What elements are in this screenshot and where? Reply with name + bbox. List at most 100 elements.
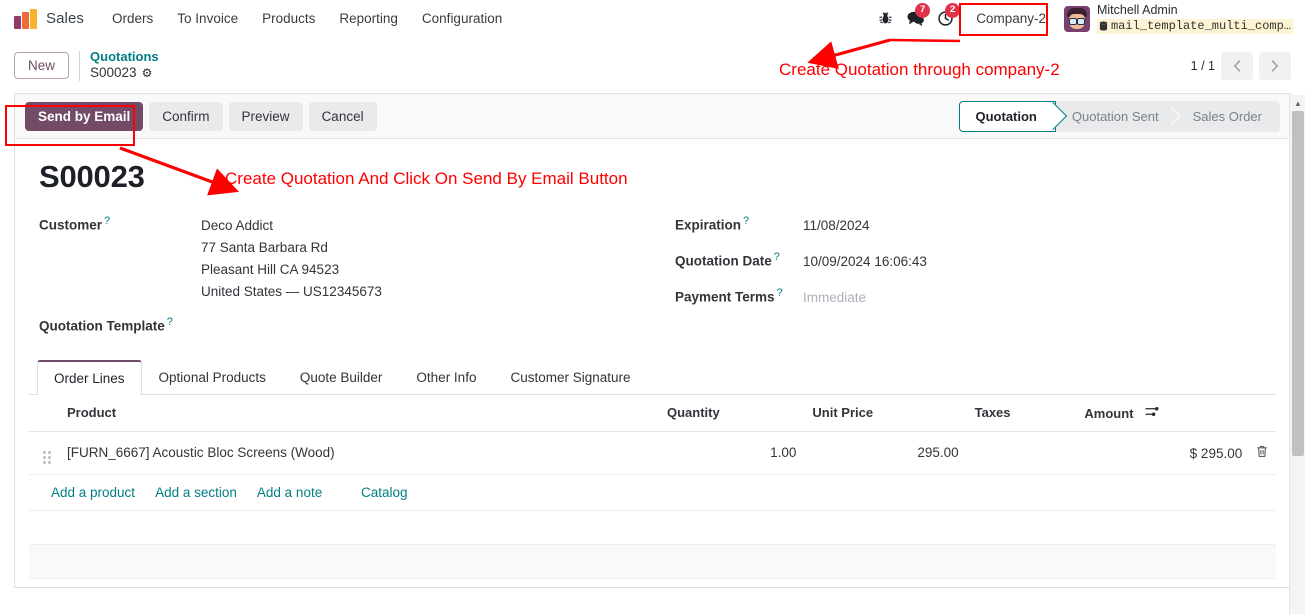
chat-bubble-icon[interactable]: 7 [900,4,930,34]
field-quotation-template: Quotation Template? [39,316,659,334]
navbar-systray: 7 2 Company-2 Mitchell Admin [870,3,1297,34]
breadcrumb: Quotations S00023 ⚙ [90,49,159,82]
cell-quantity[interactable]: 1.00 [659,431,804,474]
breadcrumb-divider [79,51,80,81]
chevron-left-icon [1233,60,1241,72]
pager: 1 / 1 [1191,52,1291,80]
field-expiration: Expiration? 11/08/2024 [675,215,1266,237]
app-name[interactable]: Sales [46,10,84,27]
empty-spacer-row [29,510,1276,544]
cancel-button[interactable]: Cancel [309,102,377,131]
tab-optional-products[interactable]: Optional Products [142,360,283,395]
menu-item-orders[interactable]: Orders [100,5,165,32]
status-bar: Send by Email Confirm Preview Cancel Quo… [15,94,1290,139]
tab-customer-signature[interactable]: Customer Signature [493,360,647,395]
notebook-tabs: Order Lines Optional Products Quote Buil… [29,360,1276,395]
header-product[interactable]: Product [59,395,659,432]
status-pipeline: Quotation Quotation Sent Sales Order [959,101,1281,132]
row-drag-cell [29,431,59,474]
user-info: Mitchell Admin mail_template_multi_comp… [1097,3,1293,34]
table-header-row: Product Quantity Unit Price Taxes Amount [29,395,1276,432]
database-icon [1099,21,1108,31]
column-settings-icon[interactable] [1145,406,1160,421]
scrollbar-thumb[interactable] [1292,111,1304,456]
new-button[interactable]: New [14,52,69,79]
help-icon[interactable]: ? [167,316,173,328]
header-unit-price[interactable]: Unit Price [804,395,966,432]
user-menu[interactable]: Mitchell Admin mail_template_multi_comp… [1062,3,1293,34]
control-panel: New Quotations S00023 ⚙ 1 / 1 [0,38,1305,93]
add-a-section-link[interactable]: Add a section [155,485,237,500]
vertical-scrollbar[interactable]: ▲ [1289,95,1305,614]
status-quotation[interactable]: Quotation [959,101,1056,132]
preview-button[interactable]: Preview [229,102,303,131]
cell-product[interactable]: [FURN_6667] Acoustic Bloc Screens (Wood) [59,431,659,474]
amount-label: Amount [1084,406,1133,421]
page-title: S00023 [39,159,1266,195]
customer-name: Deco Addict [201,215,382,237]
help-icon[interactable]: ? [774,251,780,263]
pager-next-button[interactable] [1259,52,1291,80]
status-quotation-sent[interactable]: Quotation Sent [1056,101,1177,132]
breadcrumb-current: S00023 ⚙ [90,65,159,82]
payment-terms-label: Payment Terms? [675,287,803,305]
form-column-right: Expiration? 11/08/2024 Quotation Date? 1… [659,215,1266,348]
bug-icon[interactable] [870,4,900,34]
quotation-template-label: Quotation Template? [39,316,201,334]
catalog-link[interactable]: Catalog [361,485,408,500]
cell-taxes[interactable] [967,431,1077,474]
add-a-product-link[interactable]: Add a product [51,485,135,500]
add-a-note-link[interactable]: Add a note [257,485,322,500]
form-sheet-wrapper: Send by Email Confirm Preview Cancel Quo… [0,93,1305,588]
drag-handle-icon[interactable] [43,451,51,464]
trash-icon[interactable] [1256,446,1268,461]
help-icon[interactable]: ? [104,215,110,227]
quotation-form: S00023 Customer? Deco Addict 77 Santa Ba… [15,139,1290,348]
main-menu: Orders To Invoice Products Reporting Con… [100,5,514,32]
user-name: Mitchell Admin [1097,3,1293,19]
notebook: Order Lines Optional Products Quote Buil… [15,360,1290,579]
breadcrumb-record-name: S00023 [90,65,137,82]
header-taxes[interactable]: Taxes [967,395,1077,432]
menu-item-configuration[interactable]: Configuration [410,5,514,32]
header-amount: Amount [1076,395,1276,432]
messages-badge: 7 [915,3,930,18]
pager-previous-button[interactable] [1221,52,1253,80]
send-by-email-button[interactable]: Send by Email [25,102,143,131]
breadcrumb-quotations[interactable]: Quotations [90,49,159,65]
help-icon[interactable]: ? [777,287,783,299]
header-quantity[interactable]: Quantity [659,395,804,432]
odoo-sales-quotation-screen: Sales Orders To Invoice Products Reporti… [0,0,1305,614]
confirm-button[interactable]: Confirm [149,102,222,131]
table-row[interactable]: [FURN_6667] Acoustic Bloc Screens (Wood)… [29,431,1276,474]
cell-unit-price[interactable]: 295.00 [804,431,966,474]
help-icon[interactable]: ? [743,215,749,227]
quotation-date-label: Quotation Date? [675,251,803,269]
action-buttons: Send by Email Confirm Preview Cancel [25,102,377,131]
customer-value[interactable]: Deco Addict 77 Santa Barbara Rd Pleasant… [201,215,382,302]
user-avatar [1064,6,1090,32]
tab-order-lines[interactable]: Order Lines [37,360,142,395]
clock-icon[interactable]: 2 [930,4,960,34]
company-switcher[interactable]: Company-2 [966,6,1056,31]
gear-icon[interactable]: ⚙ [142,66,153,81]
expiration-value[interactable]: 11/08/2024 [803,215,870,237]
menu-item-to-invoice[interactable]: To Invoice [165,5,250,32]
field-quotation-date: Quotation Date? 10/09/2024 16:06:43 [675,251,1266,273]
menu-item-reporting[interactable]: Reporting [327,5,410,32]
customer-city: Pleasant Hill CA 94523 [201,259,382,281]
tab-quote-builder[interactable]: Quote Builder [283,360,400,395]
form-column-left: Customer? Deco Addict 77 Santa Barbara R… [39,215,659,348]
database-name: mail_template_multi_comp… [1097,19,1293,34]
expiration-label: Expiration? [675,215,803,233]
payment-terms-value[interactable]: Immediate [803,287,866,309]
tab-other-info[interactable]: Other Info [399,360,493,395]
scroll-up-arrow-icon[interactable]: ▲ [1290,95,1305,111]
menu-item-products[interactable]: Products [250,5,327,32]
chevron-right-icon [1271,60,1279,72]
quotation-date-value[interactable]: 10/09/2024 16:06:43 [803,251,927,273]
status-sales-order[interactable]: Sales Order [1177,101,1280,132]
database-label: mail_template_multi_comp… [1111,19,1291,34]
odoo-bars-logo [14,9,40,29]
activities-badge: 2 [945,3,960,18]
